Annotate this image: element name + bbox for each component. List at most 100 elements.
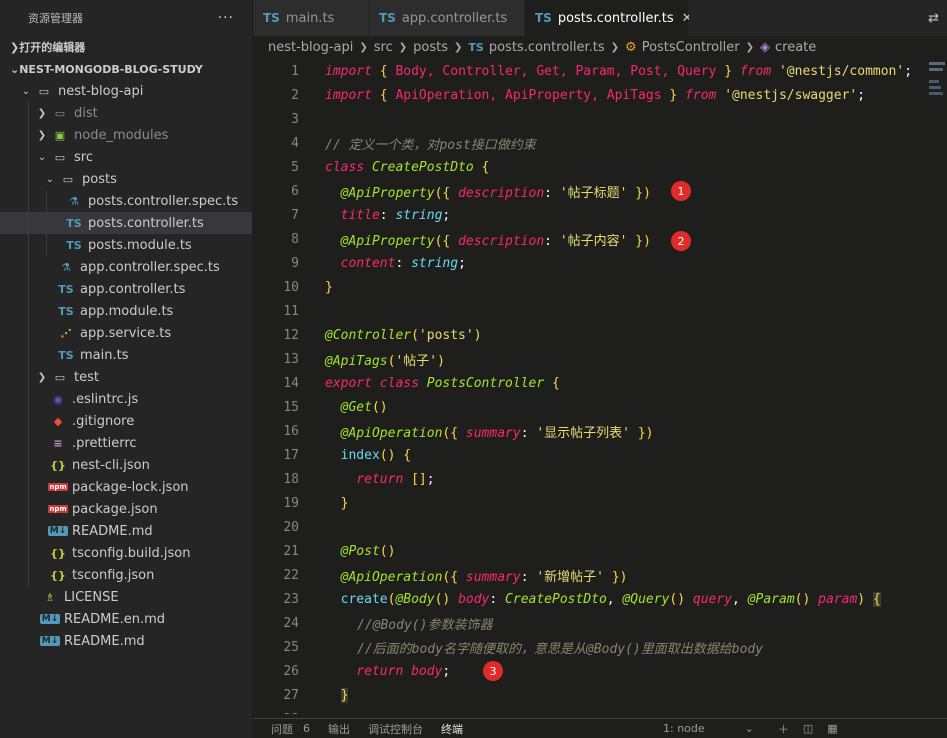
- tree-label: nest-cli.json: [72, 457, 150, 473]
- tree-file-package-json[interactable]: npm package.json: [0, 498, 252, 520]
- description-string: '帖子标题': [559, 185, 628, 201]
- project-section[interactable]: ⌄ NEST-MONGODB-BLOG-STUDY: [0, 58, 252, 80]
- add-terminal-icon[interactable]: ＋: [778, 721, 789, 737]
- field-name: content: [340, 255, 396, 271]
- tab-terminal[interactable]: 终端: [441, 721, 463, 737]
- chevron-right-icon: ❯: [745, 41, 755, 53]
- tree-file-app-module[interactable]: TS app.module.ts: [0, 300, 252, 322]
- tree-label: app.module.ts: [80, 303, 174, 319]
- tree-label: .prettierrc: [72, 435, 137, 451]
- tree-file-readme-root[interactable]: M↓ README.md: [0, 630, 252, 652]
- tree-file-readme-en[interactable]: M↓ README.en.md: [0, 608, 252, 630]
- trash-icon[interactable]: ▦: [827, 722, 837, 735]
- code-line: 11: [253, 299, 947, 323]
- tree-file-main[interactable]: TS main.ts: [0, 344, 252, 366]
- typescript-icon: TS: [58, 304, 74, 318]
- code-line: 21 @Post(): [253, 539, 947, 563]
- tree-file-gitignore[interactable]: ◆ .gitignore: [0, 410, 252, 432]
- terminal-select[interactable]: 1: node: [663, 722, 705, 735]
- tab-problems[interactable]: 问题: [271, 721, 293, 737]
- tree-label: posts.controller.ts: [88, 215, 204, 231]
- prettier-icon: ≡: [53, 436, 63, 450]
- open-editors-section[interactable]: ❯ 打开的编辑器: [0, 36, 252, 58]
- tree-file-posts-module[interactable]: TS posts.module.ts: [0, 234, 252, 256]
- tab-main-ts[interactable]: TS main.ts: [253, 0, 369, 36]
- tree-file-app-service[interactable]: ⋰ app.service.ts: [0, 322, 252, 344]
- tree-file-posts-controller-spec[interactable]: ⚗ posts.controller.spec.ts: [0, 190, 252, 212]
- tree-folder-node-modules[interactable]: ❯ ▣ node_modules: [0, 124, 252, 146]
- more-actions-icon[interactable]: ···: [218, 10, 234, 26]
- module-string: '@nestjs/common': [778, 63, 905, 79]
- tree-label: app.service.ts: [80, 325, 172, 341]
- tree-file-eslintrc[interactable]: ◉ .eslintrc.js: [0, 388, 252, 410]
- tree-file-readme[interactable]: M↓ README.md: [0, 520, 252, 542]
- tree-folder-dist[interactable]: ❯ ▭ dist: [0, 102, 252, 124]
- compare-changes-icon[interactable]: ⇄: [928, 11, 939, 26]
- git-icon: ◆: [53, 414, 63, 428]
- breadcrumb-item[interactable]: posts: [413, 40, 448, 55]
- line-number: 21: [283, 543, 299, 559]
- typescript-icon: TS: [66, 216, 82, 230]
- npm-icon: npm: [48, 483, 68, 491]
- tab-label: posts.controller.ts: [557, 10, 674, 26]
- code-line: 10 }: [253, 275, 947, 299]
- line-number: 11: [283, 303, 299, 319]
- tab-debug-console[interactable]: 调试控制台: [368, 721, 423, 737]
- tree-file-tsconfig[interactable]: {} tsconfig.json: [0, 564, 252, 586]
- tree-file-posts-controller[interactable]: TS posts.controller.ts: [0, 212, 252, 234]
- code-line: 27 }: [253, 683, 947, 707]
- line-number: 8: [291, 231, 299, 247]
- tree-label: nest-blog-api: [58, 83, 144, 99]
- breadcrumb-file[interactable]: posts.controller.ts: [489, 40, 605, 55]
- breadcrumb: nest-blog-api ❯ src ❯ posts ❯ TS posts.c…: [253, 36, 947, 58]
- tree-folder-nest-blog-api[interactable]: ⌄ ▭ nest-blog-api: [0, 80, 252, 102]
- chevron-down-icon[interactable]: ⌄: [745, 722, 754, 735]
- code-comment: // 定义一个类，对post接口做约束: [325, 137, 536, 153]
- line-number: 28: [253, 712, 299, 715]
- tab-app-controller[interactable]: TS app.controller.ts: [369, 0, 525, 36]
- tree-file-app-controller[interactable]: TS app.controller.ts: [0, 278, 252, 300]
- line-number: 17: [283, 447, 299, 463]
- tree-file-tsconfig-build[interactable]: {} tsconfig.build.json: [0, 542, 252, 564]
- tab-output[interactable]: 输出: [328, 721, 350, 737]
- tree-label: tsconfig.build.json: [72, 545, 191, 561]
- code-line: 17 index() {: [253, 443, 947, 467]
- open-editors-label: 打开的编辑器: [19, 41, 86, 54]
- tree-file-nest-cli[interactable]: {} nest-cli.json: [0, 454, 252, 476]
- tree-file-prettierrc[interactable]: ≡ .prettierrc: [0, 432, 252, 454]
- folder-icon: ▭: [54, 106, 66, 120]
- code-comment: //后面的body名字随便取的，意思是从@Body()里面取出数据给body: [357, 641, 764, 657]
- minimap[interactable]: [929, 59, 947, 139]
- import-list: ApiOperation, ApiProperty, ApiTags: [395, 87, 662, 103]
- node-modules-folder-icon: ▣: [54, 128, 66, 142]
- tree-label: posts: [82, 171, 117, 187]
- json-icon: {}: [50, 458, 66, 472]
- breadcrumb-item[interactable]: src: [374, 40, 393, 55]
- line-number: 19: [283, 495, 299, 511]
- tree-folder-posts[interactable]: ⌄ ▭ posts: [0, 168, 252, 190]
- line-number: 25: [283, 639, 299, 655]
- tree-file-package-lock[interactable]: npm package-lock.json: [0, 476, 252, 498]
- tree-file-app-controller-spec[interactable]: ⚗ app.controller.spec.ts: [0, 256, 252, 278]
- breadcrumb-class[interactable]: PostsController: [642, 40, 740, 55]
- breadcrumb-item[interactable]: nest-blog-api: [268, 40, 353, 55]
- breadcrumb-method[interactable]: create: [775, 40, 816, 55]
- tree-folder-test[interactable]: ❯ ▭ test: [0, 366, 252, 388]
- split-terminal-icon[interactable]: ◫: [803, 722, 813, 735]
- code-line: 7 title: string;: [253, 203, 947, 227]
- tree-label: posts.controller.spec.ts: [88, 193, 239, 209]
- class-name: PostsController: [426, 375, 545, 391]
- tree-folder-src[interactable]: ⌄ ▭ src: [0, 146, 252, 168]
- line-number: 22: [283, 567, 299, 583]
- tree-file-license[interactable]: ♗ LICENSE: [0, 586, 252, 608]
- tree-label: package.json: [72, 501, 158, 517]
- code-line: 13 @ApiTags('帖子'): [253, 347, 947, 371]
- code-editor[interactable]: 1 import { Body, Controller, Get, Param,…: [253, 59, 947, 715]
- tab-posts-controller[interactable]: TS posts.controller.ts ✕: [525, 0, 693, 36]
- line-number: 27: [283, 687, 299, 703]
- explorer-header: 资源管理器 ···: [0, 0, 252, 36]
- eslint-icon: ◉: [53, 392, 63, 406]
- chevron-right-icon: ❯: [610, 41, 620, 53]
- code-line: 2 import { ApiOperation, ApiProperty, Ap…: [253, 83, 947, 107]
- typescript-icon: TS: [58, 348, 74, 362]
